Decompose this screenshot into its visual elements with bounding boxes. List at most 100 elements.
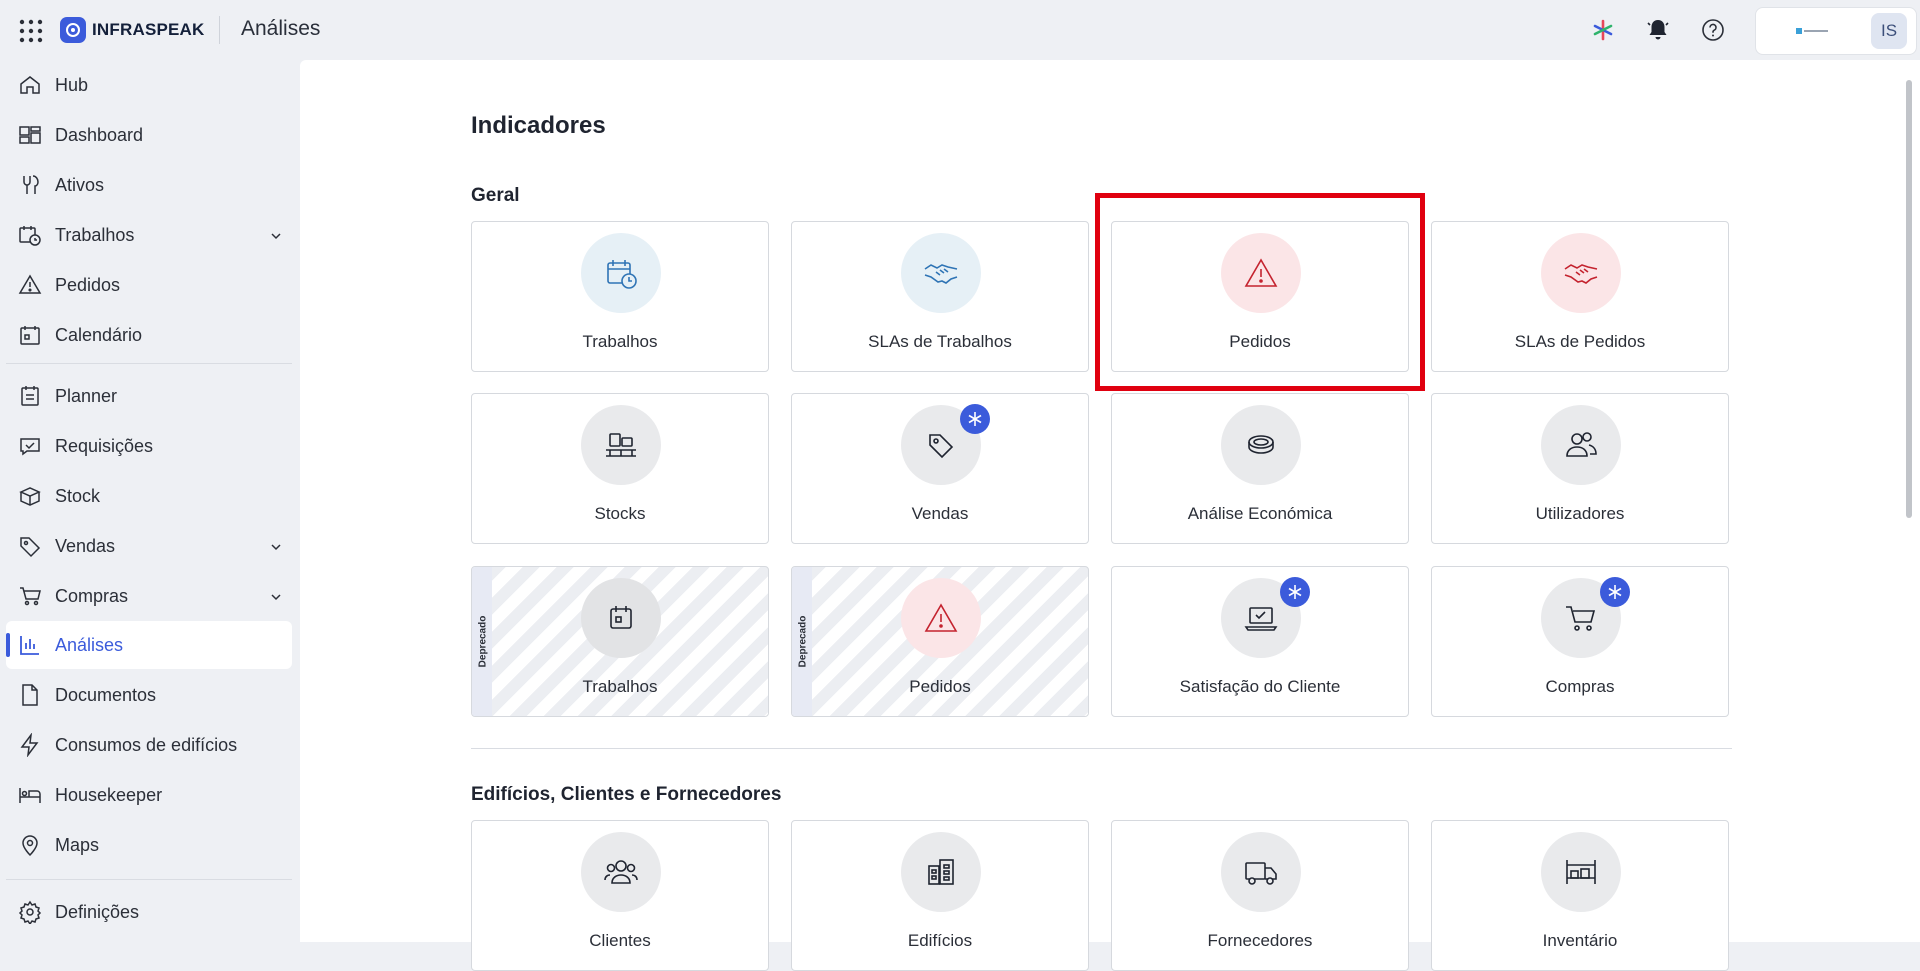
pallet-icon [606,433,636,457]
card-icon-circle [581,832,661,912]
sidebar-item-housekeeper[interactable]: Housekeeper [6,771,292,819]
sidebar-item-vendas[interactable]: Vendas [6,522,292,570]
asterisk-icon [1608,585,1622,599]
indicator-card-utilizadores[interactable]: Utilizadores [1431,393,1729,544]
indicator-card-satisfacao-cliente[interactable]: Satisfação do Cliente [1111,566,1409,717]
section-title-geral: Geral [471,185,520,206]
indicator-card-stocks[interactable]: Stocks [471,393,769,544]
apps-grid-icon[interactable] [18,18,44,44]
indicator-card-edificios[interactable]: Edifícios [791,820,1089,971]
indicator-card-trabalhos-deprecated[interactable]: Deprecado Trabalhos [471,566,769,717]
brand-name: INFRASPEAK [92,20,205,39]
sidebar-item-analises[interactable]: Análises [6,621,292,669]
card-icon-circle [1541,405,1621,485]
card-label: Stocks [594,504,646,523]
box-icon [19,487,41,506]
map-pin-icon [22,835,38,857]
truck-icon [1245,862,1277,885]
card-icon-circle [901,832,981,912]
card-label: Vendas [911,504,969,523]
card-icon-circle [901,578,981,658]
indicator-card-clientes[interactable]: Clientes [471,820,769,971]
sidebar: Hub Dashboard Ativos Trabalhos Pedidos C… [0,60,298,942]
card-label: Inventário [1542,931,1618,950]
sidebar-item-maps[interactable]: Maps [6,821,292,869]
indicator-card-trabalhos[interactable]: Trabalhos [471,221,769,372]
sidebar-item-compras[interactable]: Compras [6,572,292,620]
chevron-down-icon[interactable] [270,230,282,242]
indicator-card-compras[interactable]: Compras [1431,566,1729,717]
ai-sparkle-icon[interactable] [1590,17,1616,43]
sidebar-item-label: Compras [55,585,129,606]
section-divider [471,748,1732,749]
tag-icon [20,537,41,558]
indicator-card-analise-economica[interactable]: Análise Económica [1111,393,1409,544]
laptop-check-icon [1244,607,1278,631]
coin-icon [1248,435,1274,454]
document-icon [22,684,38,706]
card-label: SLAs de Pedidos [1514,332,1646,351]
users-icon [1566,432,1597,457]
wrench-icon [23,175,39,194]
sidebar-item-calendario[interactable]: Calendário [6,311,292,359]
planner-icon [21,386,39,406]
chevron-down-icon[interactable] [270,541,282,553]
sidebar-item-label: Requisições [55,435,154,456]
sidebar-divider [6,879,292,880]
sidebar-item-planner[interactable]: Planner [6,372,292,420]
calendar-icon [610,606,632,629]
card-icon-circle [1541,233,1621,313]
sidebar-item-requisicoes[interactable]: Requisições [6,422,292,470]
indicator-card-fornecedores[interactable]: Fornecedores [1111,820,1409,971]
indicator-card-slas-pedidos[interactable]: SLAs de Pedidos [1431,221,1729,372]
sidebar-item-label: Definições [55,901,140,922]
sidebar-item-label: Análises [55,634,124,655]
avatar[interactable]: IS [1871,13,1907,49]
sidebar-item-label: Housekeeper [55,784,163,805]
notifications-bell-icon[interactable] [1645,17,1671,43]
sidebar-item-stock[interactable]: Stock [6,472,292,520]
brand-logo[interactable]: INFRASPEAK [60,16,205,44]
section-title-edificios-clientes-fornecedores: Edifícios, Clientes e Fornecedores [471,784,782,805]
scrollbar-thumb[interactable] [1906,80,1912,518]
shelf-icon [1566,860,1596,884]
indicator-card-slas-trabalhos[interactable]: SLAs de Trabalhos [791,221,1089,372]
asterisk-icon [1288,585,1302,599]
indicator-card-inventario[interactable]: Inventário [1431,820,1729,971]
asterisk-icon [968,412,982,426]
page-title: Análises [241,17,321,40]
card-label: Pedidos [909,677,971,696]
cart-icon [1566,606,1596,631]
sidebar-item-hub[interactable]: Hub [6,61,292,109]
card-label: SLAs de Trabalhos [868,332,1012,351]
sidebar-item-label: Dashboard [55,124,144,145]
calendar-clock-icon [19,226,41,246]
page-heading: Indicadores [471,112,606,139]
sidebar-item-consumos[interactable]: Consumos de edifícios [6,721,292,769]
sidebar-item-pedidos[interactable]: Pedidos [6,261,292,309]
warning-icon [18,274,42,294]
sidebar-item-label: Stock [55,485,101,506]
sidebar-item-documentos[interactable]: Documentos [6,671,292,719]
sidebar-item-label: Documentos [55,684,157,705]
sidebar-item-definicoes[interactable]: Definições [6,888,292,936]
card-icon-circle [581,405,661,485]
sidebar-item-ativos[interactable]: Ativos [6,161,292,209]
help-icon[interactable] [1700,17,1726,43]
requisition-icon [20,438,40,456]
new-feature-badge [1280,577,1310,607]
card-icon-circle [581,233,661,313]
chevron-down-icon[interactable] [270,591,282,603]
tag-icon [929,434,954,459]
indicator-card-pedidos-deprecated[interactable]: Deprecado Pedidos [791,566,1089,717]
new-feature-badge [1600,577,1630,607]
card-label: Trabalhos [582,332,658,351]
sidebar-item-trabalhos[interactable]: Trabalhos [6,211,292,259]
deprecated-label-wrap: Deprecado [792,616,813,668]
sidebar-item-label: Ativos [55,174,105,195]
sidebar-item-dashboard[interactable]: Dashboard [6,111,292,159]
sidebar-item-label: Planner [55,385,118,406]
account-switcher[interactable]: IS [1755,7,1917,55]
indicator-card-vendas[interactable]: Vendas [791,393,1089,544]
sidebar-item-label: Pedidos [55,274,121,295]
